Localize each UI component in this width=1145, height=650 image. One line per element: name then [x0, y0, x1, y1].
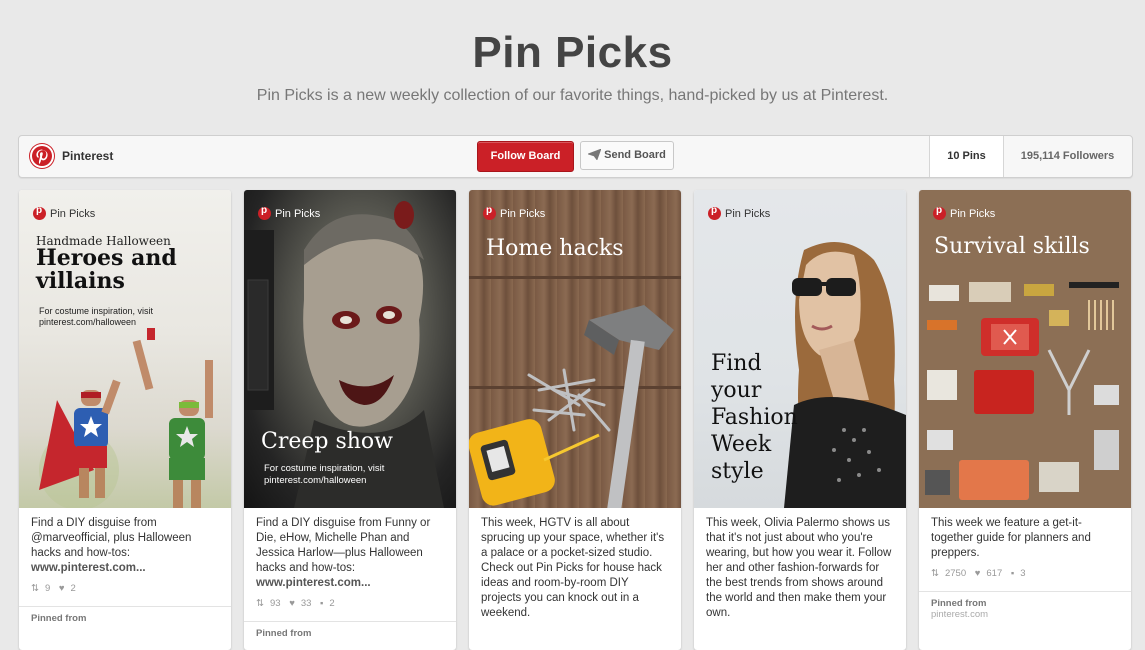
repin-count: 93 — [269, 598, 281, 609]
tab-followers[interactable]: 195,114 Followers — [1003, 136, 1132, 177]
pin-link[interactable]: www.pinterest.com... — [256, 577, 371, 589]
pinterest-dot-icon — [258, 205, 271, 220]
pin-stats: ⇅ 9 ♥ 2 — [19, 576, 231, 594]
pinned-from: Pinned from — [19, 606, 231, 630]
pinned-from-label: Pinned from — [256, 628, 312, 639]
page-title: Pin Picks — [472, 28, 673, 77]
pin-card[interactable]: Pin Picks Home hacks This week, HGTV is … — [469, 190, 681, 650]
pin-card[interactable]: Pin Picks Creep show For costume inspira… — [244, 190, 456, 650]
send-board-button[interactable]: Send Board — [580, 141, 674, 170]
repin-icon: ⇅ — [931, 568, 939, 579]
pinned-from: Pinned from pinterest.com — [919, 591, 1131, 626]
pin-picks-badge: Pin Picks — [483, 205, 546, 220]
pin-picks-badge: Pin Picks — [708, 205, 771, 220]
badge-label: Pin Picks — [950, 207, 996, 220]
comment-icon: ▪ — [1010, 568, 1015, 579]
pinterest-dot-icon — [483, 205, 496, 220]
pin-description-text: Find a DIY disguise from @marveofficial,… — [31, 517, 192, 559]
pinned-from-label: Pinned from — [931, 598, 987, 609]
pin-image[interactable]: Pin Picks Survival skills — [919, 190, 1131, 508]
pin-stats: ⇅ 93 ♥ 33 ▪ 2 — [244, 591, 456, 609]
pin-picks-badge: Pin Picks — [933, 205, 996, 220]
pin-description-text: This week, HGTV is all about sprucing up… — [481, 517, 665, 619]
pin-image[interactable]: Pin Picks Find your Fashion Week style — [694, 190, 906, 508]
repin-count: 2750 — [944, 568, 967, 579]
overlay-title: Survival skills — [934, 234, 1090, 259]
badge-label: Pin Picks — [275, 207, 321, 220]
overlay-title: Creep show — [261, 429, 393, 454]
pin-link[interactable]: www.pinterest.com... — [31, 562, 146, 574]
overlay-title: Home hacks — [486, 236, 624, 261]
overlay-note: For costume inspiration, visit pinterest… — [264, 463, 385, 486]
pin-image[interactable]: Pin Picks Home hacks — [469, 190, 681, 508]
pinned-from-source[interactable]: pinterest.com — [931, 609, 1131, 620]
pin-description: This week, Olivia Palermo shows us that … — [694, 508, 906, 621]
send-icon — [587, 148, 602, 161]
zombie-portrait-illustration — [244, 201, 444, 508]
like-icon: ♥ — [974, 568, 981, 579]
pinterest-dot-icon — [708, 205, 721, 220]
pin-picks-badge: Pin Picks — [258, 205, 321, 220]
pin-description: Find a DIY disguise from Funny or Die, e… — [244, 508, 456, 591]
pin-description-text: This week we feature a get-it-together g… — [931, 517, 1091, 559]
pin-image[interactable]: Pin Picks Handmade Halloween Heroes and … — [19, 190, 231, 508]
board-owner-name[interactable]: Pinterest — [62, 149, 113, 163]
repin-icon: ⇅ — [256, 598, 264, 609]
page-subtitle: Pin Picks is a new weekly collection of … — [256, 87, 889, 104]
comment-icon: ▪ — [320, 598, 324, 609]
kids-costume-illustration — [39, 328, 213, 508]
like-icon: ♥ — [58, 583, 65, 594]
comment-count: 2 — [329, 598, 335, 609]
pin-description: This week we feature a get-it-together g… — [919, 508, 1131, 561]
pin-picks-badge: Pin Picks — [33, 205, 96, 220]
tab-pins[interactable]: 10 Pins — [929, 136, 1004, 177]
board-header-bar: Pinterest Follow Board Send Board 10 Pin… — [18, 135, 1133, 178]
badge-label: Pin Picks — [50, 207, 96, 220]
like-icon: ♥ — [289, 598, 295, 609]
pin-description-text: This week, Olivia Palermo shows us that … — [706, 517, 892, 619]
send-board-label: Send Board — [604, 149, 666, 161]
pinned-from-label: Pinned from — [31, 613, 87, 624]
like-count: 2 — [70, 583, 76, 594]
repin-count: 9 — [44, 583, 51, 594]
repin-icon: ⇅ — [31, 583, 39, 594]
pin-card[interactable]: Pin Picks Handmade Halloween Heroes and … — [19, 190, 231, 650]
pin-image[interactable]: Pin Picks Creep show For costume inspira… — [244, 190, 456, 508]
pin-description-text: Find a DIY disguise from Funny or Die, e… — [256, 517, 431, 574]
overlay-title: Heroes and villains — [36, 245, 177, 294]
badge-label: Pin Picks — [500, 207, 546, 220]
pin-card[interactable]: Pin Picks Survival skills This week we f… — [919, 190, 1131, 650]
like-count: 617 — [986, 568, 1003, 579]
follow-board-button[interactable]: Follow Board — [477, 141, 574, 172]
pin-description: This week, HGTV is all about sprucing up… — [469, 508, 681, 621]
badge-label: Pin Picks — [725, 207, 771, 220]
pinterest-dot-icon — [33, 205, 46, 220]
pinned-from: Pinned from — [244, 621, 456, 645]
comment-count: 3 — [1020, 568, 1026, 579]
pin-description: Find a DIY disguise from @marveofficial,… — [19, 508, 231, 576]
pin-card[interactable]: Pin Picks Find your Fashion Week style T… — [694, 190, 906, 650]
pinterest-logo-icon[interactable] — [30, 144, 54, 168]
overlay-title: Find your Fashion Week style — [711, 351, 798, 484]
pin-stats: ⇅ 2750 ♥ 617 ▪ 3 — [919, 561, 1131, 579]
like-count: 33 — [300, 598, 312, 609]
pinterest-dot-icon — [933, 205, 946, 220]
